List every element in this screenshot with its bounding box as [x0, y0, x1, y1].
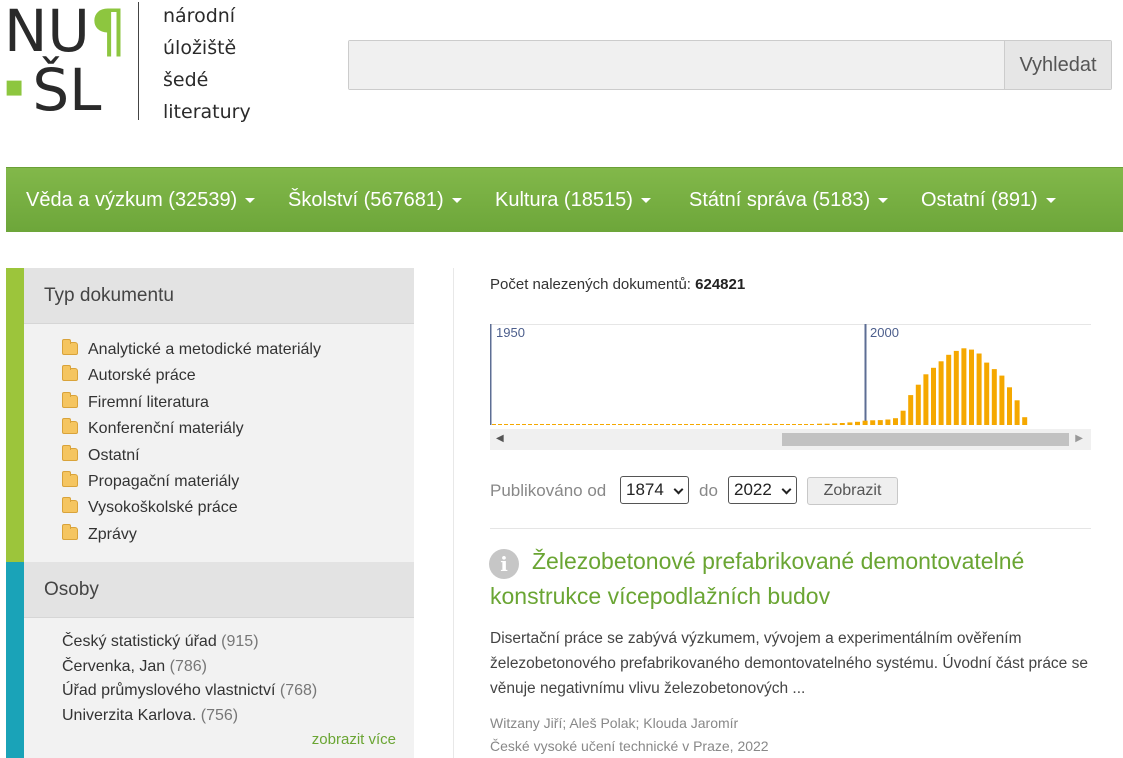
folder-icon: [62, 418, 78, 435]
folder-icon: [62, 497, 78, 514]
facet-item[interactable]: Ostatní: [62, 443, 414, 469]
timeline-bar[interactable]: [1014, 400, 1020, 425]
timeline-bar[interactable]: [953, 350, 959, 425]
scrollbar-thumb[interactable]: [782, 433, 1069, 446]
timeline-bar[interactable]: [893, 418, 898, 425]
timeline-bar[interactable]: [969, 349, 974, 425]
to-label: do: [699, 481, 718, 500]
person-item[interactable]: Český statistický úřad (915): [62, 630, 414, 655]
result-title-link[interactable]: Železobetonové prefabrikované demontovat…: [490, 544, 1090, 614]
caret-down-icon: [245, 198, 256, 204]
caret-down-icon: [640, 198, 651, 204]
timeline-bar[interactable]: [839, 423, 845, 425]
timeline-bar[interactable]: [938, 361, 944, 425]
facet-item[interactable]: Konferenční materiály: [62, 416, 414, 442]
timeline-bar[interactable]: [1022, 417, 1028, 425]
search-bar: Vyhledat: [348, 40, 1112, 90]
folder-icon: [62, 470, 78, 487]
folder-icon: [62, 444, 78, 461]
facet-title[interactable]: Osoby: [24, 562, 414, 618]
search-button[interactable]: Vyhledat: [1004, 41, 1111, 89]
timeline-bar[interactable]: [862, 420, 868, 425]
result-separator: [490, 528, 1091, 529]
nav-item-skolstvi[interactable]: Školství (567681): [288, 168, 462, 233]
show-button[interactable]: Zobrazit: [807, 477, 898, 505]
facet-item[interactable]: Propagační materiály: [62, 469, 414, 495]
timeline-bar[interactable]: [817, 423, 822, 425]
caret-down-icon: [1045, 198, 1056, 204]
logo-divider: [138, 2, 139, 120]
from-label: Publikováno od: [490, 481, 607, 500]
timeline-scrollbar[interactable]: ◀ ▶: [490, 429, 1091, 450]
timeline-bar[interactable]: [1007, 387, 1012, 425]
facet-title[interactable]: Typ dokumentu: [24, 268, 414, 324]
nav-item-veda[interactable]: Věda a výzkum (32539): [26, 168, 256, 233]
timeline-bar[interactable]: [976, 353, 982, 426]
result-authors: Witzany Jiří; Aleš Polak; Klouda Jaromír: [490, 715, 739, 731]
facet-item[interactable]: Autorské práce: [62, 363, 414, 389]
facet-item[interactable]: Analytické a metodické materiály: [62, 337, 414, 363]
facet-item[interactable]: Zprávy: [62, 522, 414, 548]
search-input[interactable]: [349, 41, 1005, 89]
facet-persons: Osoby Český statistický úřad (915) Červe…: [6, 562, 414, 758]
timeline-bar[interactable]: [877, 420, 883, 425]
timeline-bar[interactable]: [855, 421, 860, 426]
facet-accent-bar: [6, 268, 24, 562]
facet-list: Český statistický úřad (915) Červenka, J…: [24, 630, 414, 728]
timeline-bar[interactable]: [923, 374, 929, 425]
timeline-bar[interactable]: [832, 423, 838, 425]
results-count: Počet nalezených dokumentů: 624821: [490, 276, 746, 293]
timeline-bar[interactable]: [847, 422, 853, 425]
site-logo[interactable]: NU¶ ▪ ŠL národní úložiště šedé literatury: [0, 0, 260, 130]
timeline-bar[interactable]: [908, 395, 914, 425]
timeline-bar[interactable]: [915, 384, 921, 425]
year-to-select[interactable]: 2022: [728, 476, 797, 504]
facet-list: Analytické a metodické materiály Autorsk…: [24, 337, 414, 548]
category-navbar: Věda a výzkum (32539) Školství (567681) …: [6, 167, 1123, 232]
timeline-bar[interactable]: [885, 419, 891, 426]
person-item[interactable]: Úřad průmyslového vlastnictví (768): [62, 679, 414, 704]
scroll-right-icon[interactable]: ▶: [1075, 433, 1083, 444]
folder-icon: [62, 365, 78, 382]
result-description: Disertační práce se zabývá výzkumem, výv…: [490, 630, 1088, 697]
year-label-1950: 1950: [496, 325, 525, 340]
timeline-bar[interactable]: [984, 362, 990, 425]
timeline-bar[interactable]: [946, 354, 952, 425]
timeline-bar[interactable]: [870, 420, 876, 425]
nav-item-statni-sprava[interactable]: Státní správa (5183): [689, 168, 889, 233]
folder-icon: [62, 391, 78, 408]
timeline-svg: 1950 2000: [490, 324, 1091, 426]
caret-down-icon: [451, 198, 462, 204]
facet-doc-type: Typ dokumentu Analytické a metodické mat…: [6, 268, 414, 562]
logo-text: národní úložiště šedé literatury: [163, 5, 251, 123]
year-label-2000: 2000: [870, 325, 899, 340]
timeline-bar[interactable]: [991, 369, 997, 425]
year-timeline-chart[interactable]: 1950 2000 ◀ ▶: [490, 324, 1091, 450]
logo-mark-bottom: ▪ ŠL: [4, 56, 102, 124]
result-publisher: České vysoké učení technické v Praze, 20…: [490, 738, 769, 754]
nav-item-kultura[interactable]: Kultura (18515): [495, 168, 651, 233]
timeline-bar[interactable]: [999, 375, 1005, 425]
year-from-select[interactable]: 1874: [620, 476, 689, 504]
facet-accent-bar: [6, 562, 24, 758]
person-item[interactable]: Červenka, Jan (786): [62, 655, 414, 680]
column-divider: [453, 268, 454, 758]
chevron-down-icon: [781, 484, 792, 495]
timeline-bar[interactable]: [824, 423, 830, 425]
folder-icon: [62, 523, 78, 540]
folder-icon: [62, 339, 78, 355]
show-more-link[interactable]: zobrazit více: [312, 731, 396, 748]
caret-down-icon: [878, 198, 889, 204]
nav-item-ostatni[interactable]: Ostatní (891): [921, 168, 1056, 233]
timeline-bars: [817, 348, 1028, 426]
timeline-bar[interactable]: [900, 410, 906, 425]
person-item[interactable]: Univerzita Karlova. (756): [62, 704, 414, 729]
chevron-down-icon: [673, 484, 684, 495]
scroll-left-icon[interactable]: ◀: [496, 433, 504, 444]
facet-item[interactable]: Firemní literatura: [62, 390, 414, 416]
timeline-bar[interactable]: [961, 348, 967, 425]
facet-item[interactable]: Vysokoškolské práce: [62, 495, 414, 521]
logo-mark-top: NU¶: [4, 2, 127, 60]
timeline-bar[interactable]: [931, 367, 936, 425]
